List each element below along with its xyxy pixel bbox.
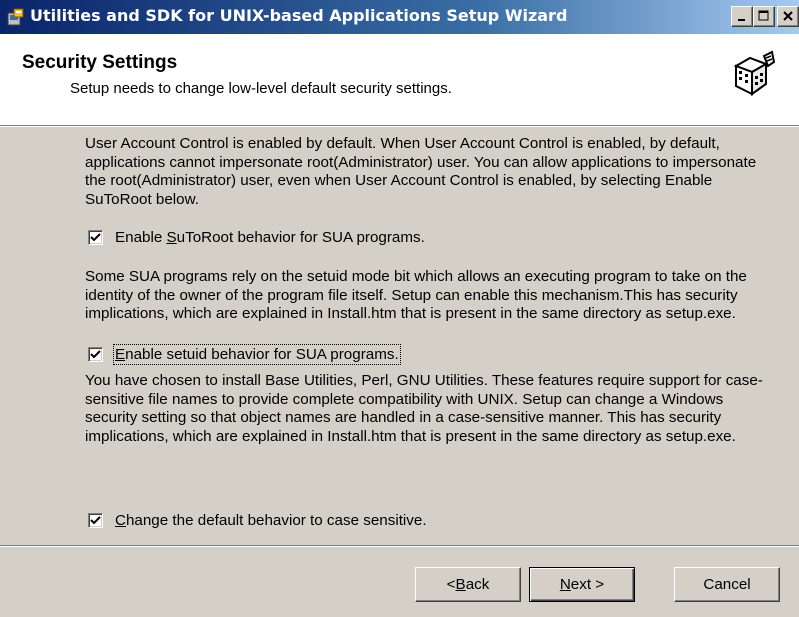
accelerator-key: S (166, 229, 177, 246)
back-button[interactable]: < Back (415, 567, 521, 602)
setup-wizard-icon (726, 46, 782, 102)
close-button[interactable] (777, 6, 799, 27)
setuid-option[interactable]: Enable setuid behavior for SUA programs. (88, 344, 401, 365)
case-sensitive-checkbox[interactable] (88, 513, 103, 528)
label-text: Enable (115, 229, 167, 246)
accelerator-key: N (559, 576, 571, 593)
checkmark-icon (90, 233, 101, 242)
case-sensitive-option[interactable]: Change the default behavior to case sens… (88, 512, 427, 529)
label-text: hange the default behavior to case sensi… (125, 512, 427, 529)
accelerator-key: E (115, 346, 126, 363)
sutoroot-option[interactable]: Enable SuToRoot behavior for SUA program… (88, 229, 425, 246)
setup-app-icon (6, 7, 26, 27)
button-text: ext > (570, 576, 605, 593)
minimize-icon (738, 19, 745, 21)
accelerator-key: C (115, 512, 126, 529)
page-title: Security Settings (22, 52, 178, 73)
sutoroot-checkbox[interactable] (88, 230, 103, 245)
wizard-header: Security Settings Setup needs to change … (0, 34, 799, 127)
maximize-icon (758, 10, 769, 21)
checkmark-icon (90, 350, 101, 359)
close-icon (783, 11, 793, 21)
checkmark-icon (90, 516, 101, 525)
setuid-checkbox[interactable] (88, 347, 103, 362)
minimize-button[interactable] (731, 6, 753, 27)
setup-wizard-window: Utilities and SDK for UNIX-based Applica… (0, 0, 799, 617)
sutoroot-label[interactable]: Enable SuToRoot behavior for SUA program… (115, 229, 425, 246)
next-button[interactable]: Next > (529, 567, 635, 602)
title-bar[interactable]: Utilities and SDK for UNIX-based Applica… (0, 0, 799, 34)
wizard-content: User Account Control is enabled by defau… (0, 128, 799, 529)
maximize-button[interactable] (753, 6, 775, 27)
accelerator-key: B (455, 576, 466, 593)
button-text: ack (465, 576, 490, 593)
setuid-description: Some SUA programs rely on the setuid mod… (85, 268, 747, 322)
footer-divider-highlight (0, 546, 799, 547)
case-sensitive-label[interactable]: Change the default behavior to case sens… (115, 512, 427, 529)
window-title: Utilities and SDK for UNIX-based Applica… (30, 6, 568, 25)
uac-description: User Account Control is enabled by defau… (85, 135, 757, 208)
cancel-button[interactable]: Cancel (674, 567, 780, 602)
setuid-label[interactable]: Enable setuid behavior for SUA programs. (113, 344, 401, 365)
label-text: uToRoot behavior for SUA programs. (176, 229, 425, 246)
page-subtitle: Setup needs to change low-level default … (70, 80, 452, 97)
label-text: nable setuid behavior for SUA programs. (125, 346, 399, 363)
case-sensitive-description: You have chosen to install Base Utilitie… (85, 372, 763, 445)
button-text: < (446, 576, 456, 593)
